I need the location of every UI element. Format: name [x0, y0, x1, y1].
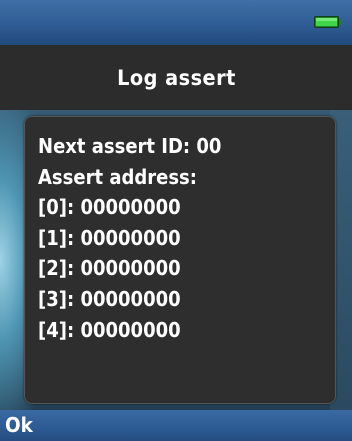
assert-info-panel: Next assert ID: 00 Assert address: [0]: …: [24, 116, 336, 404]
content-area: Next assert ID: 00 Assert address: [0]: …: [0, 110, 352, 410]
status-bar: [0, 0, 352, 45]
assert-address-4: [4]: 00000000: [38, 317, 181, 342]
assert-address-2: [2]: 00000000: [38, 256, 181, 281]
phone-screen: Log assert Next assert ID: 00 Assert add…: [0, 0, 352, 441]
next-assert-id-text: Next assert ID: 00: [38, 134, 222, 158]
assert-address-0: [0]: 00000000: [38, 195, 181, 220]
title-bar: Log assert: [0, 45, 352, 110]
assert-address-3: [3]: 00000000: [38, 286, 181, 311]
battery-full-icon: [314, 16, 342, 28]
page-title: Log assert: [116, 65, 236, 90]
assert-address-label: Assert address:: [38, 164, 197, 189]
softkey-bar: Ok: [0, 410, 352, 441]
ok-softkey[interactable]: Ok: [5, 413, 33, 437]
assert-address-1: [1]: 00000000: [38, 225, 181, 250]
